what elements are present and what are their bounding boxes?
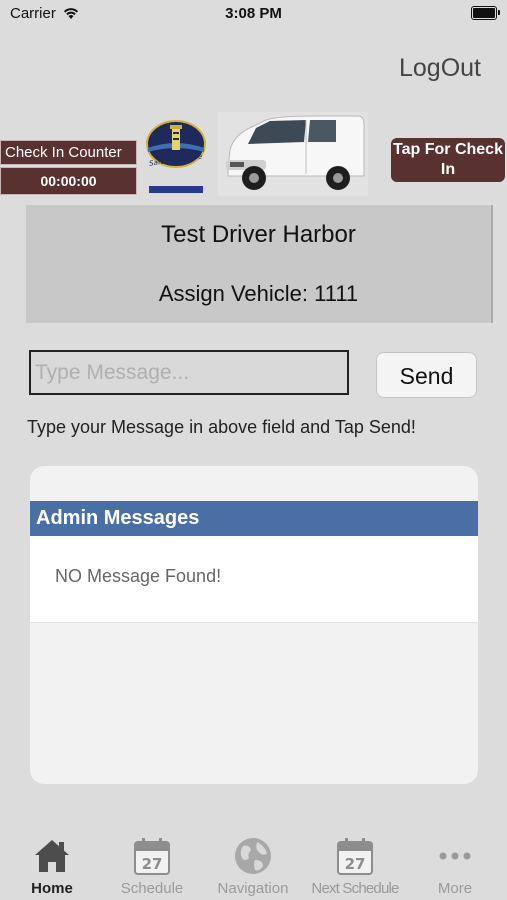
more-icon <box>405 834 505 878</box>
tab-next-schedule[interactable]: 27 Next Schedule <box>305 834 405 897</box>
tab-next-schedule-label: Next Schedule <box>311 880 399 897</box>
send-button[interactable]: Send <box>376 352 477 398</box>
admin-messages-title: Admin Messages <box>30 501 478 536</box>
driver-name: Test Driver Harbor <box>161 221 356 248</box>
empty-message-text: NO Message Found! <box>55 566 222 586</box>
status-bar: Carrier 3:08 PM <box>0 0 507 30</box>
admin-messages-list: NO Message Found! <box>30 536 478 623</box>
checkin-counter-time: 00:00:00 <box>0 167 137 195</box>
tab-navigation[interactable]: Navigation <box>203 834 303 897</box>
logo-banner <box>149 186 203 193</box>
admin-messages-panel: Admin Messages NO Message Found! <box>30 466 478 784</box>
company-logo: Safe & Reliable <box>146 118 206 194</box>
tab-schedule[interactable]: 27 Schedule <box>102 834 202 897</box>
calendar-icon: 27 <box>305 834 405 878</box>
checkin-counter: Check In Counter 00:00:00 <box>0 140 137 195</box>
tap-checkin-button[interactable]: Tap For Check In <box>391 138 505 182</box>
tab-home-label: Home <box>31 880 73 897</box>
calendar-day: 27 <box>142 855 163 873</box>
tab-navigation-label: Navigation <box>217 880 289 897</box>
home-icon <box>2 834 102 878</box>
calendar-day: 27 <box>345 855 366 873</box>
driver-info-card: Test Driver Harbor Assign Vehicle: 1111 <box>26 205 493 323</box>
tab-schedule-label: Schedule <box>120 880 184 897</box>
tab-more[interactable]: More <box>405 834 505 897</box>
battery-icon <box>471 6 500 20</box>
message-input[interactable] <box>29 350 349 395</box>
assigned-vehicle: Assign Vehicle: 1111 <box>158 281 359 306</box>
message-hint: Type your Message in above field and Tap… <box>27 417 416 437</box>
checkin-counter-label: Check In Counter <box>0 140 137 165</box>
clock: 3:08 PM <box>225 5 282 22</box>
tab-bar: Home 27 Schedule Navigation 27 Next Sche… <box>0 828 507 900</box>
logout-button[interactable]: LogOut <box>399 54 481 83</box>
calendar-icon: 27 <box>102 834 202 878</box>
tab-more-label: More <box>437 880 473 897</box>
globe-icon <box>203 834 303 878</box>
tab-home[interactable]: Home <box>2 834 102 897</box>
van-image <box>218 112 368 196</box>
